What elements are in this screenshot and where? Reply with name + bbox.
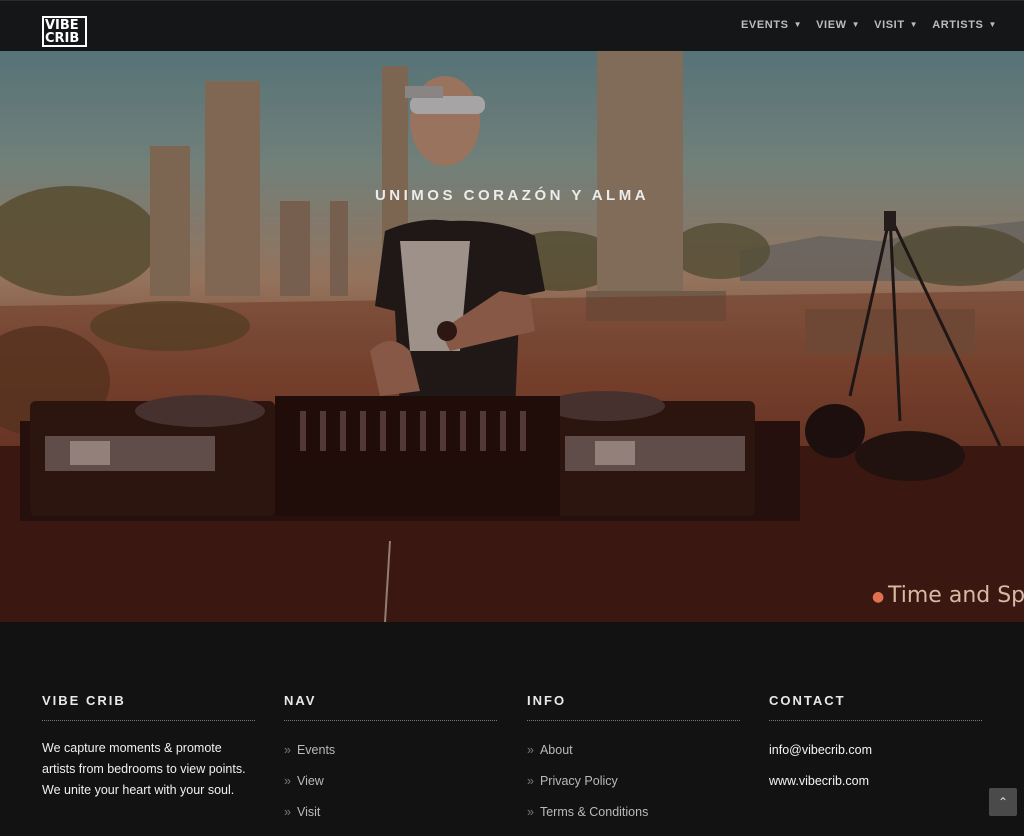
site-header: VIBE CRIB EVENTS ▼ VIEW ▼ VISIT ▼ ARTIST… [0,0,1024,51]
about-line: We unite your heart with your soul. [42,783,235,797]
chevron-right-icon: » [527,774,534,788]
hero-tagline: UNIMOS CORAZÓN Y ALMA [374,187,650,204]
chevron-right-icon: » [527,805,534,819]
contact-website-link[interactable]: www.vibecrib.com [769,774,982,805]
chevron-right-icon: » [284,743,291,757]
link-label: Events [296,743,336,757]
chevron-down-icon: ▼ [909,19,919,29]
footer-contact-title: CONTACT [769,693,982,721]
nav-item-view[interactable]: VIEW ▼ [816,19,860,31]
site-footer: VIBE CRIB We capture moments & promote a… [0,622,1024,820]
logo-line-2: CRIB [45,31,80,46]
link-label: Privacy Policy [539,774,618,788]
chevron-right-icon: » [284,774,291,788]
nav-item-artists[interactable]: ARTISTS ▼ [932,19,997,31]
nav-item-visit[interactable]: VISIT ▼ [874,19,918,31]
about-line: artists from bedrooms to view points. [42,762,246,776]
hero-location-caption: ● Time and Spa [872,583,1024,608]
scroll-to-top-button[interactable]: ⌃ [989,788,1017,816]
link-label: View [296,774,324,788]
footer-nav-column: NAV » Events » View » Visit [284,693,497,836]
chevron-down-icon: ▼ [851,19,861,29]
footer-nav-links: » Events » View » Visit [284,743,497,836]
chevron-double-up-icon: ⌃ [997,795,1009,809]
footer-link-about[interactable]: » About [527,743,740,774]
footer-about-column: VIBE CRIB We capture moments & promote a… [42,693,255,801]
footer-contact-column: CONTACT info@vibecrib.com www.vibecrib.c… [769,693,982,805]
location-text: Time and Spa [888,583,1024,608]
chevron-down-icon: ▼ [793,19,803,29]
nav-item-label: VISIT [874,19,905,31]
footer-about-title: VIBE CRIB [42,693,255,721]
nav-item-events[interactable]: EVENTS ▼ [741,19,802,31]
link-label: About [539,743,573,757]
footer-link-events[interactable]: » Events [284,743,497,774]
footer-info-links: » About » Privacy Policy » Terms & Conditio… [527,743,740,836]
footer-nav-title: NAV [284,693,497,721]
hero-section: UNIMOS CORAZÓN Y ALMA ● Time and Spa [0,51,1024,622]
site-logo[interactable]: VIBE CRIB [42,16,87,47]
about-line: We capture moments & promote [42,741,222,755]
map-pin-icon: ● [872,588,885,605]
footer-info-column: INFO » About » Privacy Policy » Terms & Con… [527,693,740,836]
main-nav: EVENTS ▼ VIEW ▼ VISIT ▼ ARTISTS ▼ [741,19,997,31]
footer-link-view[interactable]: » View [284,774,497,805]
nav-item-label: ARTISTS [932,19,984,31]
link-label: Visit [296,805,321,819]
link-label: Terms & Conditions [539,805,649,819]
contact-email-link[interactable]: info@vibecrib.com [769,743,982,774]
chevron-right-icon: » [284,805,291,819]
footer-contact-list: info@vibecrib.com www.vibecrib.com [769,743,982,805]
chevron-right-icon: » [527,743,534,757]
footer-info-title: INFO [527,693,740,721]
footer-link-terms[interactable]: » Terms & Conditions [527,805,740,836]
footer-link-visit[interactable]: » Visit [284,805,497,836]
footer-link-privacy[interactable]: » Privacy Policy [527,774,740,805]
nav-item-label: VIEW [816,19,847,31]
chevron-down-icon: ▼ [988,19,997,29]
hero-background-image [0,51,1024,622]
footer-about-text: We capture moments & promote artists fro… [42,738,255,801]
nav-item-label: EVENTS [740,19,789,31]
